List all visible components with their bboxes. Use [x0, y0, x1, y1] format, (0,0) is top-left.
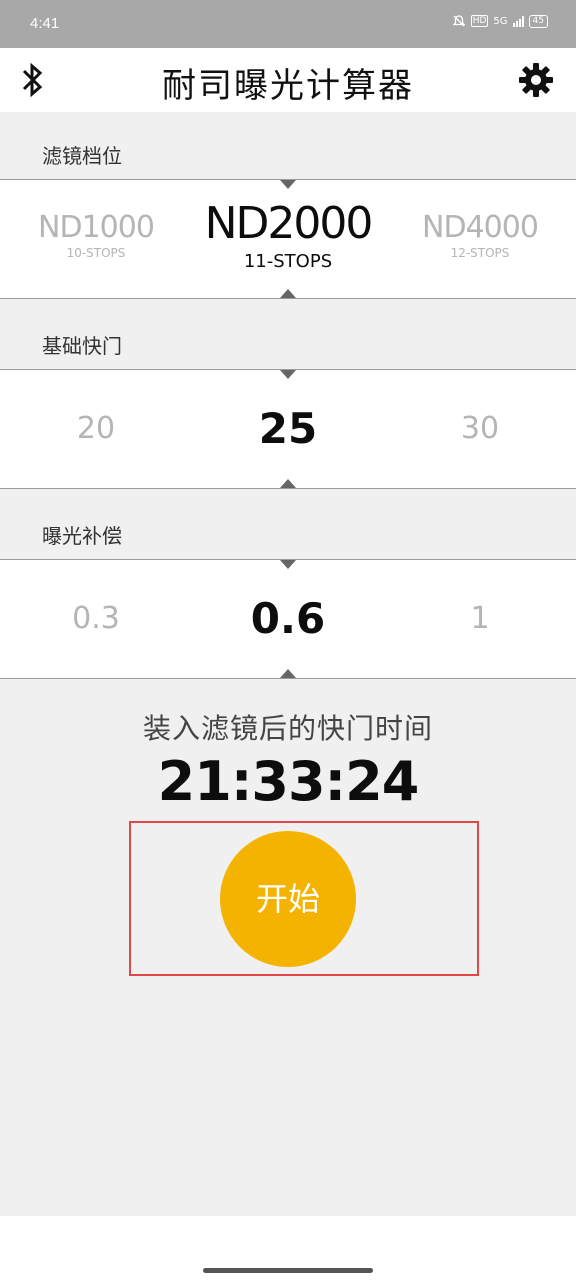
picker-indicator-top	[280, 180, 296, 189]
nd-filter-picker[interactable]: ND1000 10-STOPS ND2000 11-STOPS ND4000 1…	[0, 179, 576, 299]
shutter-option-selected[interactable]: 25	[192, 370, 384, 488]
nd-option-prev-name: ND1000	[38, 210, 155, 245]
mute-bell-icon	[452, 15, 466, 27]
nd-option-selected-stops: 11-STOPS	[243, 251, 333, 272]
picker-indicator-bottom	[280, 479, 296, 488]
nd-option-prev-stops: 10-STOPS	[66, 246, 126, 260]
compensation-option-next[interactable]: 1	[384, 560, 576, 678]
picker-indicator-bottom	[280, 289, 296, 298]
calculator-panel: 滤镜档位 ND1000 10-STOPS ND2000 11-STOPS ND4…	[0, 112, 576, 1216]
status-bar: 4:41 HD 5G 45	[0, 0, 576, 48]
nd-filter-label: 滤镜档位	[42, 144, 122, 168]
hd-badge: HD	[470, 15, 489, 27]
compensation-option-selected-value: 0.6	[250, 594, 326, 643]
status-icons: HD 5G 45	[452, 14, 548, 28]
base-shutter-label: 基础快门	[42, 334, 122, 358]
nd-option-next[interactable]: ND4000 12-STOPS	[384, 210, 576, 260]
network-label: 5G	[493, 15, 508, 27]
navigation-bar	[0, 1216, 576, 1280]
app-bar: 耐司曝光计算器	[0, 48, 576, 112]
exposure-compensation-picker[interactable]: 0.3 0.6 1	[0, 559, 576, 679]
base-shutter-picker[interactable]: 20 25 30	[0, 369, 576, 489]
compensation-option-prev-value: 0.3	[72, 601, 120, 636]
nd-option-selected-name: ND2000	[204, 198, 374, 249]
shutter-option-prev[interactable]: 20	[0, 370, 192, 488]
compensation-option-prev[interactable]: 0.3	[0, 560, 192, 678]
nd-option-next-name: ND4000	[422, 210, 539, 245]
nd-option-prev[interactable]: ND1000 10-STOPS	[0, 210, 192, 260]
result-caption: 装入滤镜后的快门时间	[142, 712, 433, 745]
start-button[interactable]: 开始	[220, 831, 356, 967]
gear-icon[interactable]	[518, 62, 554, 98]
page-title: 耐司曝光计算器	[162, 66, 414, 106]
status-time: 4:41	[30, 15, 60, 32]
signal-icon	[512, 15, 524, 27]
nd-option-next-stops: 12-STOPS	[450, 246, 510, 260]
compensation-option-next-value: 1	[470, 601, 490, 636]
shutter-option-next[interactable]: 30	[384, 370, 576, 488]
compensation-option-selected[interactable]: 0.6	[192, 560, 384, 678]
shutter-option-prev-value: 20	[76, 411, 116, 446]
home-indicator[interactable]	[203, 1268, 373, 1273]
result-shutter-time: 21:33:24	[157, 750, 420, 813]
exposure-compensation-label: 曝光补偿	[42, 524, 122, 548]
shutter-option-selected-value: 25	[258, 404, 318, 453]
battery-icon: 45	[528, 14, 548, 28]
picker-indicator-bottom	[280, 669, 296, 678]
nd-option-selected[interactable]: ND2000 11-STOPS	[192, 198, 384, 272]
shutter-option-next-value: 30	[460, 411, 500, 446]
